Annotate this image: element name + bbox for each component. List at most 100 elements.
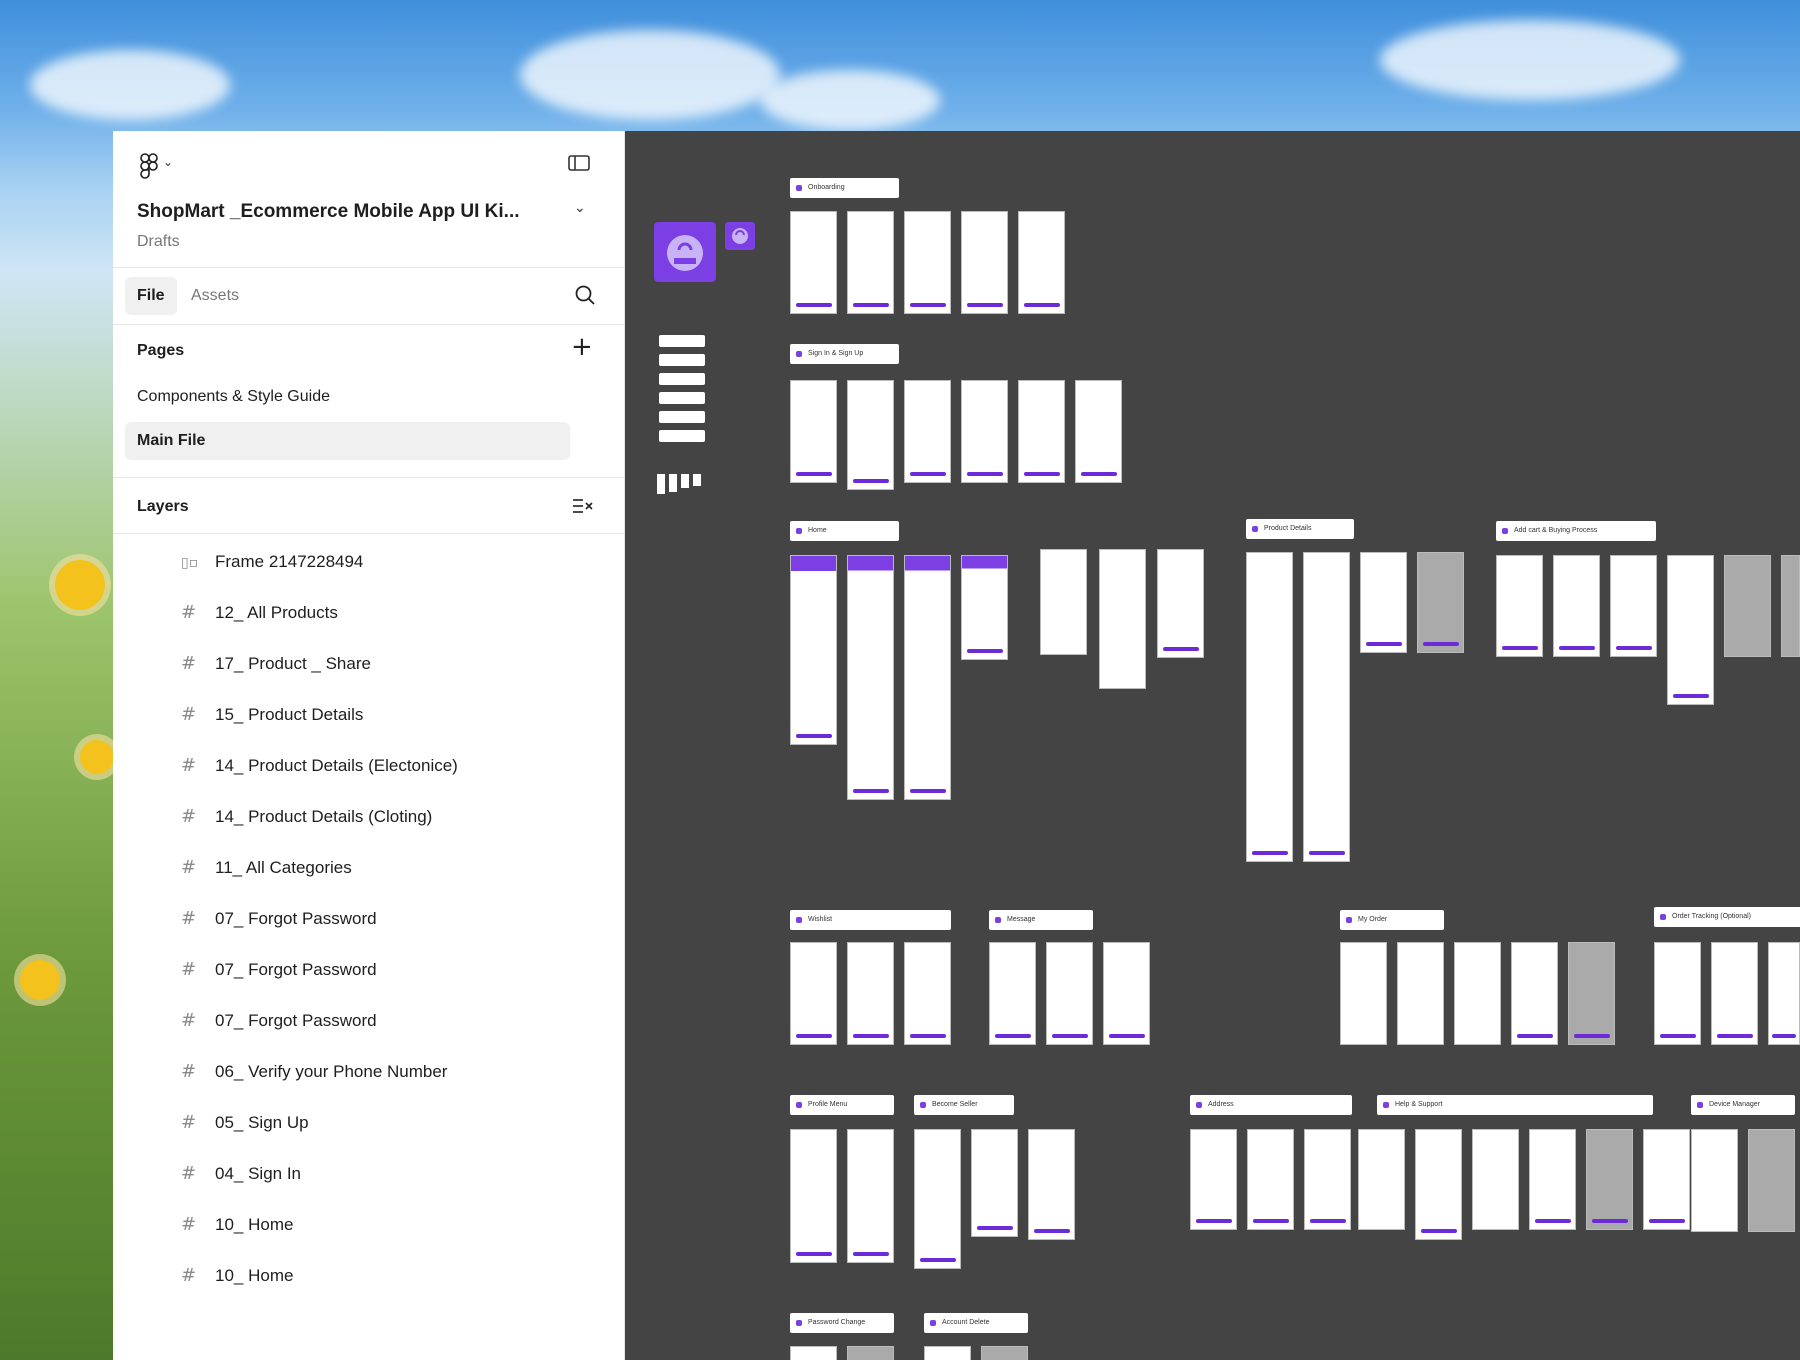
- screen-frame[interactable]: [1417, 552, 1464, 653]
- screen-frame[interactable]: [1511, 942, 1558, 1045]
- file-location[interactable]: Drafts: [137, 233, 180, 251]
- screen-frame[interactable]: [1454, 942, 1501, 1045]
- app-logo-small[interactable]: [725, 222, 755, 250]
- section-label-profile-menu[interactable]: Profile Menu: [790, 1095, 894, 1115]
- screen-frame[interactable]: [1748, 1129, 1795, 1232]
- screen-frame[interactable]: [1246, 552, 1293, 862]
- screen-frame[interactable]: [914, 1129, 961, 1269]
- screen-frame[interactable]: [904, 211, 951, 314]
- screen-frame[interactable]: [847, 555, 894, 800]
- screen-frame[interactable]: [1691, 1129, 1738, 1232]
- screen-frame[interactable]: [1358, 1129, 1405, 1230]
- design-canvas[interactable]: Onboarding Sign In & Sign Up Home Produc…: [625, 131, 1800, 1360]
- layers-filter-icon[interactable]: [572, 497, 594, 515]
- screen-frame[interactable]: [1304, 1129, 1351, 1230]
- screen-frame[interactable]: [1610, 555, 1657, 657]
- layer-row[interactable]: #04_ Sign In: [113, 1149, 624, 1200]
- section-label-message[interactable]: Message: [989, 910, 1093, 930]
- section-label-help-support[interactable]: Help & Support: [1377, 1095, 1653, 1115]
- screen-frame[interactable]: [1018, 211, 1065, 314]
- file-title[interactable]: ShopMart _Ecommerce Mobile App UI Ki...: [137, 201, 520, 223]
- toggle-sidebar-button[interactable]: [568, 155, 590, 173]
- section-label-onboarding[interactable]: Onboarding: [790, 178, 899, 198]
- screen-frame[interactable]: [1247, 1129, 1294, 1230]
- component-thumbs[interactable]: [657, 474, 705, 494]
- screen-frame[interactable]: [1496, 555, 1543, 657]
- layer-row[interactable]: #14_ Product Details (Cloting): [113, 792, 624, 843]
- screen-frame[interactable]: [1654, 942, 1701, 1045]
- section-label-device-manager[interactable]: Device Manager: [1691, 1095, 1795, 1115]
- screen-frame[interactable]: [904, 555, 951, 800]
- layer-row[interactable]: #14_ Product Details (Electonice): [113, 741, 624, 792]
- layer-row[interactable]: #06_ Verify your Phone Number: [113, 1047, 624, 1098]
- section-label-add-cart[interactable]: Add cart & Buying Process: [1496, 521, 1656, 541]
- screen-frame[interactable]: [847, 1346, 894, 1360]
- page-item-components[interactable]: Components & Style Guide: [125, 378, 570, 416]
- section-label-wishlist[interactable]: Wishlist: [790, 910, 951, 930]
- section-label-home[interactable]: Home: [790, 521, 899, 541]
- section-label-signin-signup[interactable]: Sign In & Sign Up: [790, 344, 899, 364]
- screen-frame[interactable]: [961, 380, 1008, 483]
- screen-frame[interactable]: [1046, 942, 1093, 1045]
- search-icon[interactable]: [574, 284, 596, 306]
- screen-frame[interactable]: [847, 380, 894, 490]
- screen-frame[interactable]: [1018, 380, 1065, 483]
- screen-frame[interactable]: [1643, 1129, 1690, 1230]
- screen-frame[interactable]: [1553, 555, 1600, 657]
- layer-row[interactable]: #05_ Sign Up: [113, 1098, 624, 1149]
- screen-frame[interactable]: [1157, 549, 1204, 658]
- figma-menu-button[interactable]: ⌄: [140, 151, 180, 181]
- screen-frame[interactable]: [1075, 380, 1122, 483]
- section-label-product-details[interactable]: Product Details: [1246, 519, 1354, 539]
- screen-frame[interactable]: [1040, 549, 1087, 655]
- layer-row[interactable]: #11_ All Categories: [113, 843, 624, 894]
- screen-frame[interactable]: [961, 211, 1008, 314]
- screen-frame[interactable]: [961, 555, 1008, 660]
- screen-frame[interactable]: [790, 211, 837, 314]
- file-menu-chevron-icon[interactable]: ⌄: [574, 199, 586, 216]
- screen-frame[interactable]: [790, 1129, 837, 1263]
- screen-frame[interactable]: [1568, 942, 1615, 1045]
- screen-frame[interactable]: [847, 1129, 894, 1263]
- add-page-plus-icon[interactable]: +: [571, 334, 593, 360]
- tab-file[interactable]: File: [125, 277, 177, 315]
- screen-frame[interactable]: [847, 942, 894, 1045]
- screen-frame[interactable]: [1529, 1129, 1576, 1230]
- section-label-become-seller[interactable]: Become Seller: [914, 1095, 1014, 1115]
- screen-frame[interactable]: [790, 555, 837, 745]
- screen-frame[interactable]: [1415, 1129, 1462, 1240]
- screen-frame[interactable]: [1360, 552, 1407, 653]
- layer-row[interactable]: #07_ Forgot Password: [113, 996, 624, 1047]
- screen-frame[interactable]: [847, 211, 894, 314]
- screen-frame[interactable]: [1099, 549, 1146, 689]
- screen-frame[interactable]: [904, 380, 951, 483]
- screen-frame[interactable]: [924, 1346, 971, 1360]
- layer-row[interactable]: #10_ Home: [113, 1200, 624, 1251]
- screen-frame[interactable]: [1190, 1129, 1237, 1230]
- section-label-address[interactable]: Address: [1190, 1095, 1352, 1115]
- screen-frame[interactable]: [1472, 1129, 1519, 1230]
- section-label-my-order[interactable]: My Order: [1340, 910, 1444, 930]
- layer-row[interactable]: #12_ All Products: [113, 588, 624, 639]
- section-label-order-tracking[interactable]: Order Tracking (Optional): [1654, 907, 1800, 927]
- layer-row[interactable]: #07_ Forgot Password: [113, 894, 624, 945]
- layer-row[interactable]: ▯▫ Frame 2147228494: [113, 537, 624, 588]
- layer-row[interactable]: #07_ Forgot Password: [113, 945, 624, 996]
- layer-row[interactable]: #15_ Product Details: [113, 690, 624, 741]
- screen-frame[interactable]: [1711, 942, 1758, 1045]
- screen-frame[interactable]: [1028, 1129, 1075, 1240]
- screen-frame[interactable]: [1667, 555, 1714, 705]
- screen-frame[interactable]: [790, 1346, 837, 1360]
- screen-frame[interactable]: [989, 942, 1036, 1045]
- layer-row[interactable]: #10_ Home: [113, 1251, 624, 1302]
- screen-frame[interactable]: [790, 942, 837, 1045]
- page-item-main-file[interactable]: Main File: [125, 422, 570, 460]
- layer-row[interactable]: #17_ Product _ Share: [113, 639, 624, 690]
- screen-frame[interactable]: [1781, 555, 1800, 657]
- screen-frame[interactable]: [1103, 942, 1150, 1045]
- component-stack[interactable]: [659, 335, 705, 443]
- app-logo-large[interactable]: [654, 222, 716, 282]
- tab-assets[interactable]: Assets: [181, 277, 251, 315]
- screen-frame[interactable]: [971, 1129, 1018, 1237]
- screen-frame[interactable]: [904, 942, 951, 1045]
